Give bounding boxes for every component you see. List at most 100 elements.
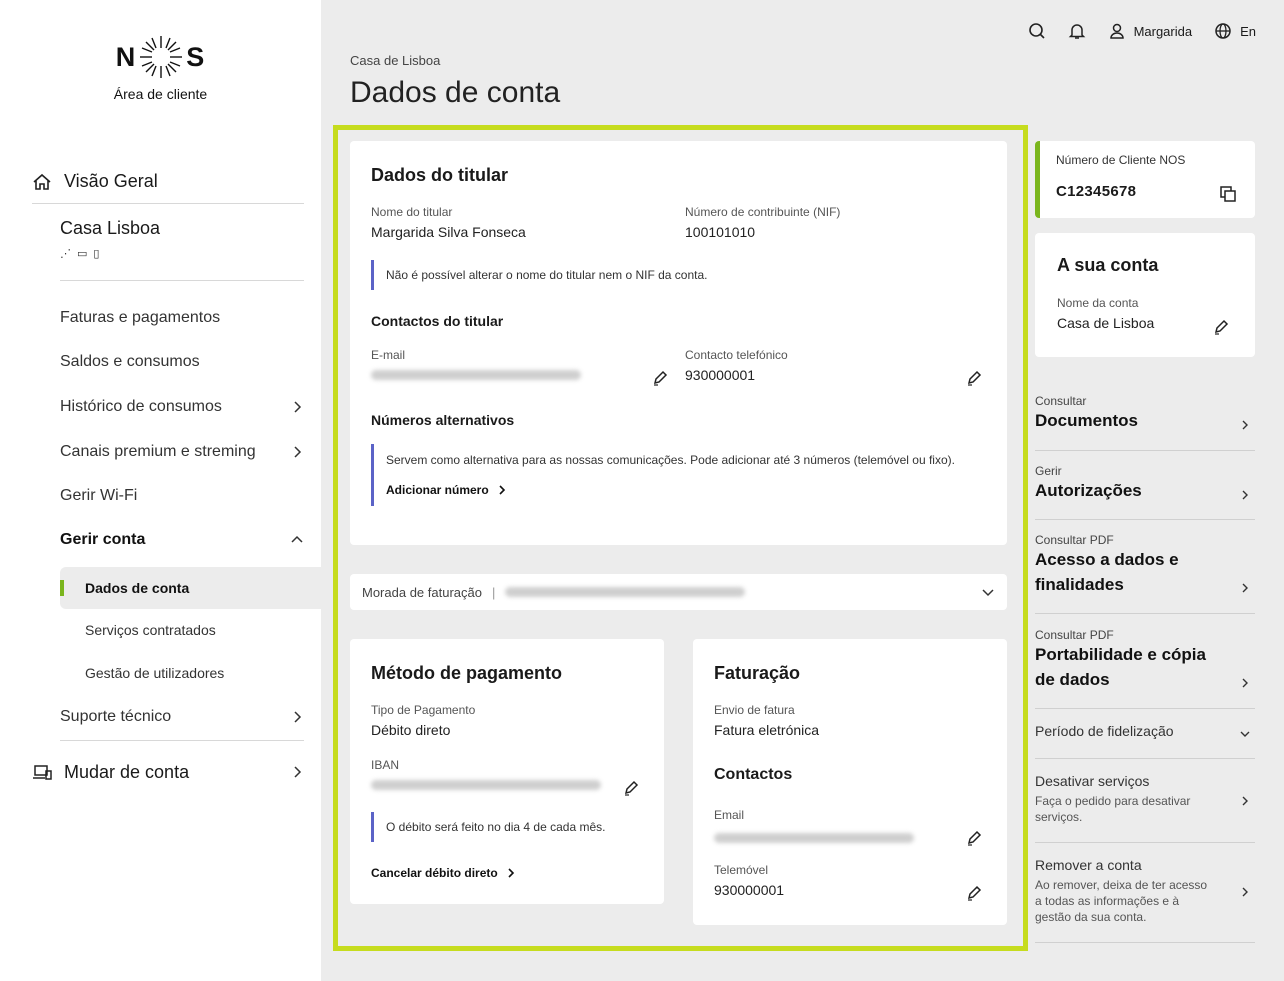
- sub-item-label: Serviços contratados: [85, 622, 216, 638]
- sidebar-item-wifi[interactable]: Gerir Wi-Fi: [60, 474, 304, 518]
- search-icon[interactable]: [1028, 22, 1046, 40]
- chevron-right-icon: [1242, 420, 1248, 430]
- language-label: En: [1240, 23, 1256, 39]
- sidebar-item-balances[interactable]: Saldos e consumos: [60, 340, 304, 384]
- bell-icon[interactable]: [1068, 22, 1086, 40]
- holder-card: Dados do titular Nome do titular Margari…: [350, 141, 1007, 545]
- alt-numbers-note: Servem como alternativa para as nossas c…: [371, 444, 971, 506]
- sidebar-item-invoices[interactable]: Faturas e pagamentos: [60, 296, 304, 340]
- client-number-label: Número de Cliente NOS: [1056, 153, 1186, 167]
- deactivate-desc: Faça o pedido para desativar serviços.: [1035, 794, 1191, 824]
- cancel-debit-link[interactable]: Cancelar débito direto: [371, 866, 516, 880]
- sidebar-item-label: Faturas e pagamentos: [60, 309, 221, 326]
- chevron-right-icon: [1242, 583, 1248, 593]
- data-access-link[interactable]: Consultar PDF Acesso a dados e finalidad…: [1035, 533, 1255, 614]
- data-access-big: Acesso a dados e finalidades: [1035, 550, 1179, 594]
- payment-title: Método de pagamento: [371, 663, 563, 683]
- invoice-mobile-label: Telemóvel: [714, 863, 769, 877]
- sidebar-item-label: Histórico de consumos: [60, 398, 222, 415]
- tv-icon: ▭: [77, 248, 88, 260]
- nos-logo[interactable]: N S Área de cliente: [0, 34, 321, 102]
- billing-address-label: Morada de faturação: [362, 584, 482, 600]
- sidebar-item-history[interactable]: Histórico de consumos: [60, 385, 304, 429]
- portability-link[interactable]: Consultar PDF Portabilidade e cópia de d…: [1035, 628, 1255, 709]
- invoice-email-label: Email: [714, 808, 745, 822]
- deactivate-services-link[interactable]: Desativar serviços Faça o pedido para de…: [1035, 759, 1255, 843]
- remove-account-link[interactable]: Remover a conta Ao remover, deixa de ter…: [1035, 843, 1255, 943]
- iban-label: IBAN: [371, 758, 400, 772]
- language-switch[interactable]: En: [1214, 22, 1256, 40]
- edit-invoice-mobile-pencil-icon[interactable]: [966, 885, 982, 901]
- user-icon: [1109, 23, 1124, 39]
- sidebar-item-premium[interactable]: Canais premium e streming: [60, 430, 304, 474]
- sub-item-users[interactable]: Gestão de utilizadores: [60, 652, 321, 694]
- alt-numbers-note-text: Servem como alternativa para as nossas c…: [386, 453, 955, 467]
- email-label: E-mail: [371, 348, 406, 362]
- nav-overview-label: Visão Geral: [64, 171, 158, 191]
- edit-email-pencil-icon[interactable]: [652, 370, 668, 386]
- payment-type-value: Débito direto: [371, 722, 451, 738]
- logo-subtitle: Área de cliente: [113, 86, 208, 102]
- user-menu[interactable]: Margarida: [1108, 22, 1193, 40]
- sidebar-item-label: Gerir Wi-Fi: [60, 487, 138, 504]
- sidebar-item-manage-account[interactable]: Gerir conta: [60, 518, 304, 562]
- edit-invoice-email-pencil-icon[interactable]: [966, 830, 982, 846]
- client-number-value: C12345678: [1056, 183, 1137, 200]
- nif-label: Número de contribuinte (NIF): [685, 205, 841, 219]
- add-number-label: Adicionar número: [386, 483, 489, 497]
- payment-type-label: Tipo de Pagamento: [371, 703, 476, 717]
- chevron-right-icon: [508, 868, 514, 878]
- sidebar-item-support[interactable]: Suporte técnico: [60, 695, 304, 739]
- top-bar: Margarida En: [1028, 22, 1256, 40]
- logo-letter-s: S: [186, 41, 206, 72]
- chevron-right-icon: [294, 401, 302, 413]
- globe-icon: [1215, 23, 1231, 39]
- sub-item-account-data[interactable]: Dados de conta: [60, 567, 321, 609]
- chevron-down-icon: [1240, 731, 1250, 737]
- documents-big: Documentos: [1035, 411, 1138, 430]
- wifi-icon: ⋰: [60, 248, 71, 260]
- iban-value-blurred: [371, 780, 601, 790]
- billing-address-dropdown[interactable]: Morada de faturação |: [350, 574, 1007, 610]
- account-name: Casa Lisboa: [60, 218, 161, 238]
- sub-item-label: Dados de conta: [85, 580, 190, 596]
- loyalty-period-dropdown[interactable]: Período de fidelização: [1035, 709, 1255, 759]
- holder-title: Dados do titular: [371, 165, 509, 185]
- sun-logo-icon: [140, 36, 183, 78]
- chevron-right-icon: [294, 446, 302, 458]
- phone-value: 930000001: [685, 367, 756, 383]
- copy-icon[interactable]: [1219, 185, 1237, 203]
- holder-name-label: Nome do titular: [371, 205, 453, 219]
- chevron-right-icon: [1242, 887, 1248, 897]
- authorizations-small: Gerir: [1035, 464, 1062, 478]
- sub-item-services[interactable]: Serviços contratados: [60, 609, 321, 651]
- breadcrumb[interactable]: Casa de Lisboa: [350, 53, 440, 68]
- invoice-email-value-blurred: [714, 833, 914, 843]
- billing-address-value-blurred: [505, 587, 746, 597]
- switch-account[interactable]: Mudar de conta: [32, 750, 304, 794]
- cancel-debit-label: Cancelar débito direto: [371, 866, 498, 880]
- home-icon: [33, 173, 51, 190]
- edit-iban-pencil-icon[interactable]: [623, 780, 639, 796]
- add-number-link[interactable]: Adicionar número: [386, 482, 971, 498]
- current-account: Casa Lisboa ⋰ ▭ ▯: [60, 218, 304, 281]
- invoice-send-label: Envio de fatura: [714, 703, 795, 717]
- chevron-right-icon: [294, 711, 302, 723]
- chevron-up-icon: [291, 535, 303, 543]
- chevron-right-icon: [499, 485, 505, 495]
- edit-phone-pencil-icon[interactable]: [966, 370, 982, 386]
- user-name: Margarida: [1133, 23, 1193, 39]
- phone-icon: ▯: [93, 248, 100, 260]
- documents-link[interactable]: Consultar Documentos: [1035, 394, 1255, 451]
- chevron-right-icon: [1242, 490, 1248, 500]
- authorizations-big: Autorizações: [1035, 481, 1142, 500]
- sidebar-item-label: Saldos e consumos: [60, 353, 200, 370]
- separator: |: [491, 584, 496, 600]
- alt-numbers-title: Números alternativos: [371, 412, 515, 428]
- invoice-mobile-value: 930000001: [714, 882, 785, 898]
- page-title: Dados de conta: [350, 76, 561, 109]
- sidebar-item-label: Gerir conta: [60, 531, 146, 548]
- authorizations-link[interactable]: Gerir Autorizações: [1035, 464, 1255, 520]
- nav-overview[interactable]: Visão Geral: [32, 160, 304, 204]
- edit-account-name-pencil-icon[interactable]: [1213, 319, 1229, 335]
